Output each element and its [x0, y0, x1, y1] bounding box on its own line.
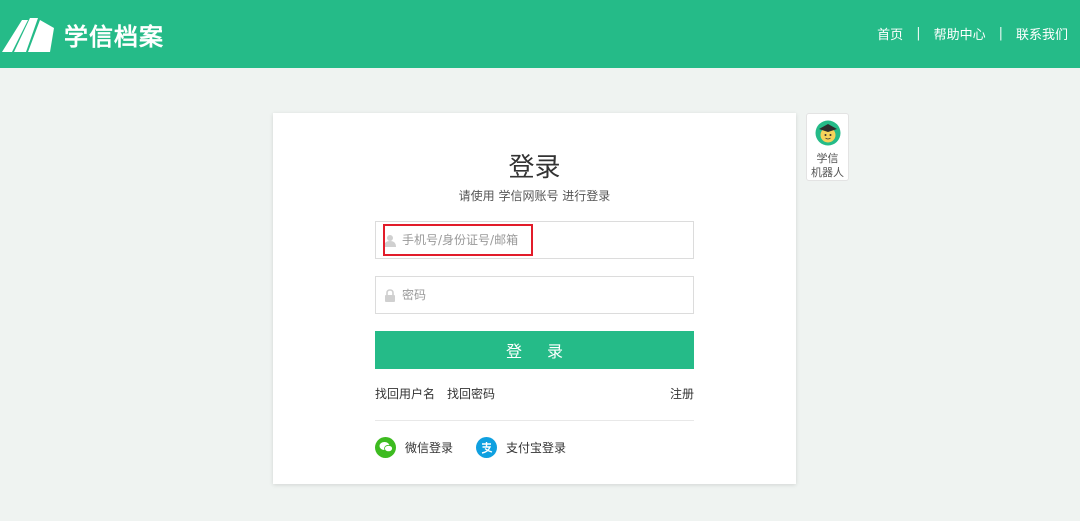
- register-link[interactable]: 注册: [670, 385, 694, 402]
- find-password-link[interactable]: 找回密码: [447, 385, 495, 402]
- wechat-login-label: 微信登录: [405, 440, 454, 455]
- find-username-link[interactable]: 找回用户名: [375, 385, 435, 402]
- wechat-login-button[interactable]: 微信登录: [375, 436, 453, 458]
- nav-contact-link[interactable]: 联系我们: [1016, 24, 1068, 43]
- book-logo-icon: [2, 18, 54, 52]
- top-header: 学信档案 首页 | 帮助中心 | 联系我们: [0, 0, 1080, 68]
- nav-help-link[interactable]: 帮助中心: [934, 24, 986, 43]
- top-nav: 首页 | 帮助中心 | 联系我们: [877, 24, 1068, 43]
- password-input[interactable]: [402, 277, 693, 313]
- username-field[interactable]: [375, 221, 694, 259]
- alipay-login-button[interactable]: 支付宝登录: [476, 436, 566, 458]
- wechat-icon: [375, 436, 396, 458]
- login-subtitle: 请使用 学信网账号 进行登录: [458, 189, 611, 203]
- lock-icon: [383, 288, 397, 302]
- account-links: 找回用户名 找回密码 注册: [375, 385, 694, 403]
- username-input[interactable]: [402, 222, 693, 258]
- divider: [375, 420, 694, 421]
- xuexin-robot-widget[interactable]: 学信 机器人: [806, 113, 849, 181]
- logo-text: 学信档案: [64, 22, 164, 51]
- robot-label-line2: 机器人: [811, 166, 844, 179]
- alipay-login-label: 支付宝登录: [506, 440, 567, 455]
- alipay-icon: [476, 436, 497, 458]
- nav-home-link[interactable]: 首页: [877, 24, 903, 43]
- nav-separator: |: [916, 26, 921, 41]
- login-card: 登录 请使用 学信网账号 进行登录 登 录 找回用户名 找回密码 注册: [273, 113, 796, 484]
- login-button[interactable]: 登 录: [375, 331, 694, 369]
- robot-avatar-icon: [815, 120, 840, 146]
- site-logo[interactable]: 学信档案: [0, 14, 164, 54]
- robot-label-line1: 学信: [816, 152, 839, 165]
- nav-separator: |: [998, 26, 1003, 41]
- user-icon: [383, 233, 397, 247]
- login-title: 登录: [508, 153, 561, 183]
- password-field[interactable]: [375, 276, 694, 314]
